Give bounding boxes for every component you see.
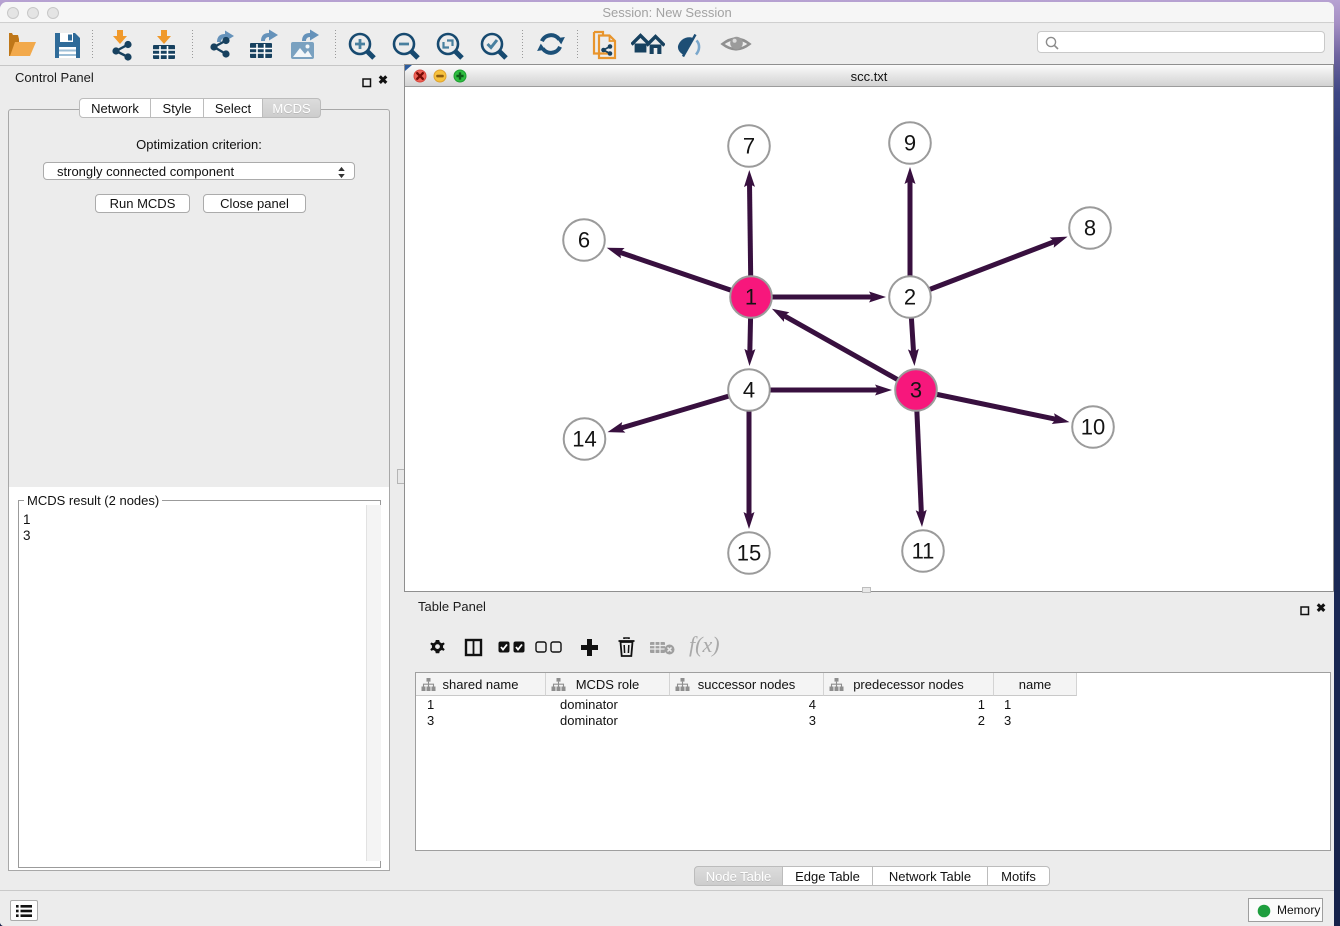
- svg-text:7: 7: [743, 134, 755, 159]
- svg-text:4: 4: [743, 378, 755, 403]
- svg-text:10: 10: [1081, 415, 1105, 440]
- svg-text:3: 3: [910, 378, 922, 403]
- svg-text:11: 11: [912, 539, 935, 564]
- svg-text:1: 1: [745, 285, 757, 310]
- svg-text:6: 6: [578, 228, 590, 253]
- svg-text:2: 2: [904, 285, 916, 310]
- svg-text:14: 14: [572, 427, 596, 452]
- svg-text:15: 15: [737, 541, 761, 566]
- svg-text:9: 9: [904, 131, 916, 156]
- svg-text:8: 8: [1084, 216, 1096, 241]
